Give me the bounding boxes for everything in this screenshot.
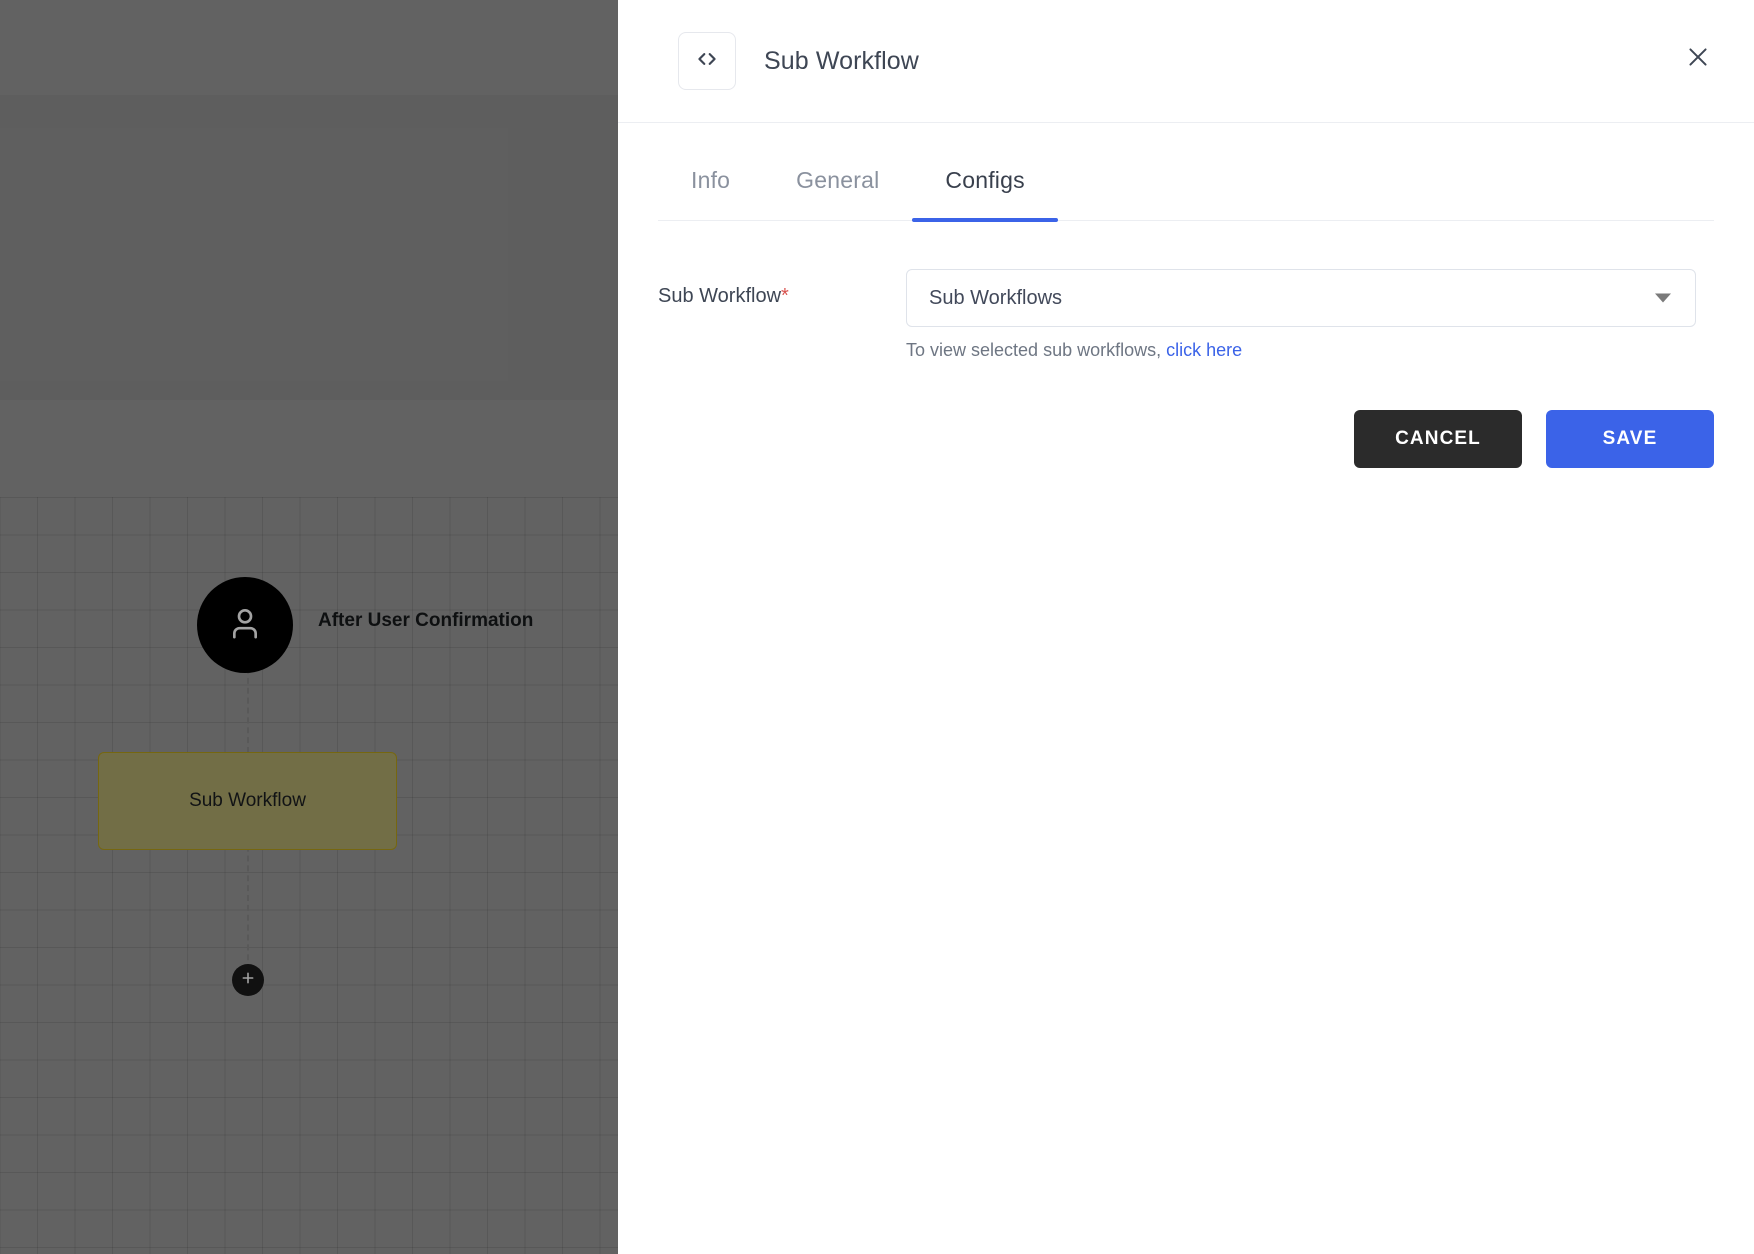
code-icon-tile xyxy=(678,32,736,90)
tabs-container: Info General Configs xyxy=(618,123,1754,222)
sub-workflow-drawer: Sub Workflow Info General Configs Sub Wo… xyxy=(618,0,1754,1254)
view-selected-sub-workflows-link[interactable]: click here xyxy=(1166,340,1242,360)
drawer-actions: CANCEL SAVE xyxy=(618,361,1754,468)
save-button[interactable]: SAVE xyxy=(1546,410,1714,468)
sub-workflow-helper-text: To view selected sub workflows, click he… xyxy=(906,340,1696,361)
sub-workflow-select[interactable]: Sub Workflows xyxy=(906,269,1696,327)
cancel-button[interactable]: CANCEL xyxy=(1354,410,1522,468)
sub-workflow-field-label: Sub Workflow* xyxy=(658,269,906,308)
tab-configs[interactable]: Configs xyxy=(912,167,1059,222)
caret-down-icon xyxy=(1655,293,1671,303)
drawer-header: Sub Workflow xyxy=(618,0,1754,123)
sub-workflow-field-row: Sub Workflow* Sub Workflows To view sele… xyxy=(658,269,1714,361)
close-icon xyxy=(1685,44,1711,73)
required-asterisk: * xyxy=(781,285,789,307)
helper-static-text: To view selected sub workflows, xyxy=(906,340,1162,360)
workflow-canvas[interactable]: After User Confirmation Sub Workflow xyxy=(0,0,618,1254)
sub-workflow-select-value: Sub Workflows xyxy=(929,286,1063,309)
sub-workflow-field-control: Sub Workflows To view selected sub workf… xyxy=(906,269,1696,361)
tab-info[interactable]: Info xyxy=(658,167,763,220)
app-root: After User Confirmation Sub Workflow Sub… xyxy=(0,0,1754,1254)
code-icon xyxy=(694,46,720,77)
configs-form: Sub Workflow* Sub Workflows To view sele… xyxy=(618,221,1754,361)
page-title: Sub Workflow xyxy=(764,46,919,75)
tab-general[interactable]: General xyxy=(763,167,912,220)
tab-list: Info General Configs xyxy=(658,123,1714,222)
modal-scrim[interactable] xyxy=(0,0,618,1254)
field-label-text: Sub Workflow xyxy=(658,285,782,307)
close-button[interactable] xyxy=(1670,30,1726,86)
